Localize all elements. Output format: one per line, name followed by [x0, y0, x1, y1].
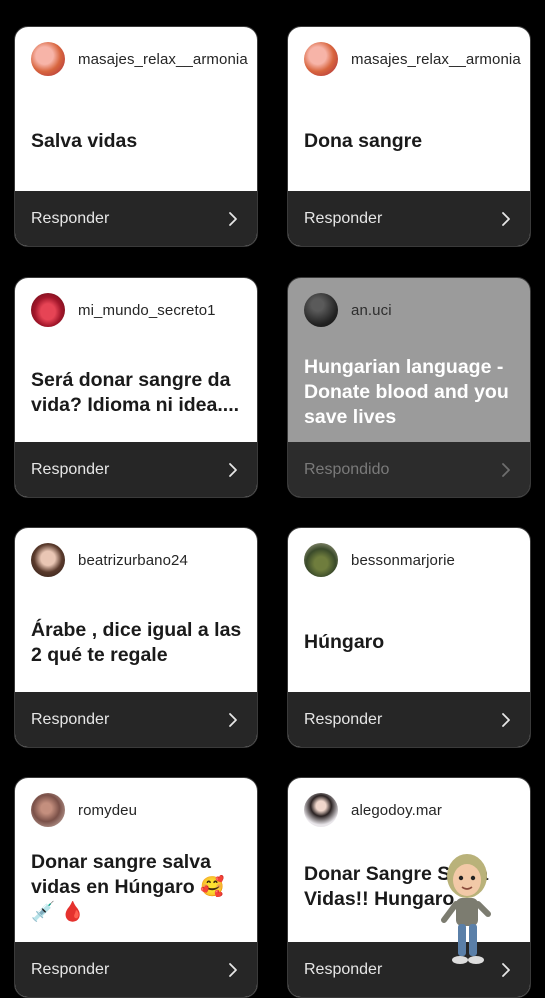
answered-button[interactable]: Respondido — [288, 442, 530, 497]
question-card: masajes_relax__armonia Salva vidas Respo… — [14, 26, 258, 247]
avatar[interactable] — [304, 42, 338, 76]
character-sticker — [436, 850, 498, 968]
card-header: masajes_relax__armonia — [31, 41, 248, 77]
question-card: beatrizurbano24 Árabe , dice igual a las… — [14, 527, 258, 748]
username[interactable]: masajes_relax__armonia — [351, 51, 521, 68]
card-header: alegodoy.mar — [304, 792, 442, 828]
reply-button[interactable]: Responder — [15, 191, 257, 246]
username[interactable]: mi_mundo_secreto1 — [78, 302, 216, 319]
question-text: Hungarian language - Donate blood and yo… — [304, 356, 509, 428]
reply-button[interactable]: Responder — [15, 692, 257, 747]
question-text: Dona sangre — [304, 130, 423, 152]
chevron-right-icon — [498, 712, 514, 728]
avatar[interactable] — [31, 293, 65, 327]
chevron-right-icon — [498, 462, 514, 478]
question-card-answered: an.uci Hungarian language - Donate blood… — [287, 277, 531, 498]
answered-label: Respondido — [304, 460, 390, 478]
chevron-right-icon — [225, 211, 241, 227]
card-header: mi_mundo_secreto1 — [31, 292, 216, 328]
reply-button[interactable]: Responder — [15, 442, 257, 497]
username[interactable]: beatrizurbano24 — [78, 552, 188, 569]
chevron-right-icon — [225, 712, 241, 728]
question-card: romydeu Donar sangre salva vidas en Húng… — [14, 777, 258, 998]
card-header: bessonmarjorie — [304, 542, 455, 578]
question-text: Salva vidas — [31, 130, 138, 152]
reply-label: Responder — [31, 209, 110, 227]
username[interactable]: romydeu — [78, 802, 137, 819]
reply-button[interactable]: Responder — [288, 692, 530, 747]
chevron-right-icon — [225, 962, 241, 978]
chevron-right-icon — [498, 962, 514, 978]
question-card: masajes_relax__armonia Dona sangre Respo… — [287, 26, 531, 247]
reply-label: Responder — [304, 960, 383, 978]
question-card: mi_mundo_secreto1 Será donar sangre da v… — [14, 277, 258, 498]
chevron-right-icon — [498, 211, 514, 227]
card-header: romydeu — [31, 792, 137, 828]
card-header: beatrizurbano24 — [31, 542, 188, 578]
reply-label: Responder — [31, 460, 110, 478]
username[interactable]: bessonmarjorie — [351, 552, 455, 569]
card-header: an.uci — [304, 292, 392, 328]
reply-label: Responder — [304, 209, 383, 227]
reply-label: Responder — [304, 710, 383, 728]
reply-label: Responder — [31, 710, 110, 728]
question-text: Donar sangre salva vidas en Húngaro 🥰 💉 … — [31, 851, 225, 923]
avatar[interactable] — [304, 793, 338, 827]
question-text: Húngaro — [304, 631, 385, 653]
avatar[interactable] — [304, 293, 338, 327]
reply-button[interactable]: Responder — [288, 191, 530, 246]
reply-label: Responder — [31, 960, 110, 978]
question-text: Será donar sangre da vida? Idioma ni ide… — [31, 368, 240, 416]
avatar[interactable] — [304, 543, 338, 577]
username[interactable]: alegodoy.mar — [351, 802, 442, 819]
question-text: Árabe , dice igual a las 2 qué te regale — [31, 618, 242, 666]
question-card: bessonmarjorie Húngaro Responder — [287, 527, 531, 748]
chevron-right-icon — [225, 462, 241, 478]
avatar[interactable] — [31, 543, 65, 577]
username[interactable]: masajes_relax__armonia — [78, 51, 248, 68]
avatar[interactable] — [31, 793, 65, 827]
reply-button[interactable]: Responder — [15, 942, 257, 997]
card-header: masajes_relax__armonia — [304, 41, 521, 77]
username[interactable]: an.uci — [351, 302, 392, 319]
avatar[interactable] — [31, 42, 65, 76]
